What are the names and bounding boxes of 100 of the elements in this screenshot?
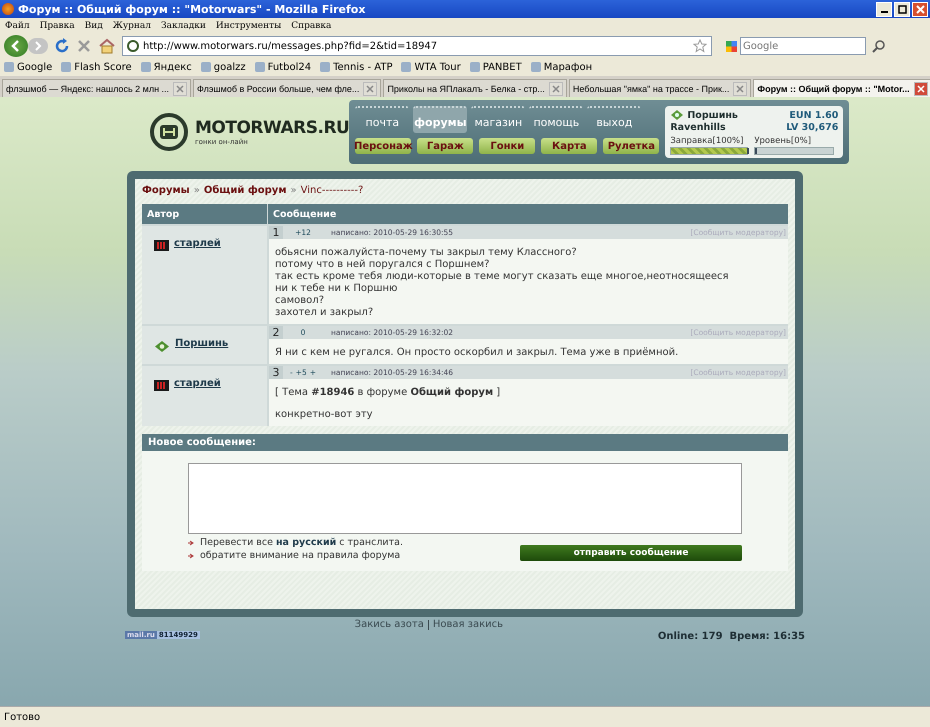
bookmark-link[interactable]: Google (4, 62, 52, 72)
reload-icon[interactable] (54, 38, 70, 54)
meter-label: Заправка[100%] (670, 136, 744, 146)
breadcrumb-separator: » (290, 185, 297, 196)
post-text-line: обьясни пожалуйста-почему ты закрыл тему Классного? (275, 247, 578, 259)
section-header: Новое сообщение: (142, 434, 788, 451)
section-button[interactable]: Карта (541, 138, 598, 154)
column-header: Автор (142, 204, 268, 224)
menu-item[interactable]: Закладки (161, 21, 206, 31)
browser-tab[interactable]: Небольшая "ямка" на трассе - Прик... (568, 79, 752, 97)
post-number: 1 (269, 226, 283, 239)
hint-link[interactable]: Перевести все на русский с транслита. (200, 537, 403, 548)
search-icon[interactable] (872, 39, 886, 53)
section-button[interactable]: Рулетка (603, 138, 660, 154)
footer-link[interactable]: Новая закись (432, 619, 504, 630)
home-icon[interactable] (98, 38, 116, 54)
close-icon (916, 4, 924, 14)
author-link[interactable]: старлей (174, 378, 221, 389)
menu-item[interactable]: Справка (291, 21, 332, 31)
bookmark-link[interactable]: Яндекс (140, 62, 192, 72)
message-input[interactable] (188, 463, 742, 534)
site-icon (127, 40, 139, 52)
post-text-line: самовол? (275, 295, 325, 307)
post-text-line: потому что в ней поругался с Поршнем? (275, 259, 490, 271)
bookmark-link[interactable]: Flash Score (61, 62, 132, 72)
browser-tab[interactable]: флэшмоб — Яндекс: нашлось 2 млн ... (2, 79, 192, 97)
logo-icon (149, 112, 189, 152)
section-button[interactable]: Гонки (479, 138, 536, 154)
bullet-arrow-icon (188, 540, 194, 546)
nav-tab[interactable]: магазин (471, 106, 526, 133)
menu-item[interactable]: Вид (84, 21, 103, 31)
close-button[interactable] (912, 2, 928, 16)
menu-item[interactable]: Инструменты (216, 21, 282, 31)
nav-tab[interactable]: помощь (529, 106, 584, 133)
bookmark-link[interactable]: Tennis - ATP (320, 62, 392, 72)
currency-value: 1.60 (814, 110, 838, 120)
browser-tab[interactable]: Флэшмоб в России больше, чем фле... (193, 79, 382, 97)
menu-item[interactable]: Журнал (112, 21, 152, 31)
breadcrumb-separator: » (194, 185, 200, 196)
emblem-icon (154, 340, 170, 353)
site-logo-text: MOTORWARS.RU (195, 118, 350, 138)
bookmark-link[interactable]: Марафон (530, 62, 592, 72)
minimize-icon (880, 10, 888, 12)
menu-item[interactable]: Правка (40, 21, 75, 31)
browser-icon (2, 3, 14, 15)
user-name[interactable]: Поршинь (687, 110, 738, 120)
maximize-button[interactable] (894, 2, 910, 16)
post-text-line: ни к тебе ни к Поршню (275, 283, 398, 295)
author-link[interactable]: Поршинь (175, 338, 228, 349)
section-button[interactable]: Персонаж (355, 138, 412, 154)
maximize-icon (898, 4, 906, 14)
bookmark-link[interactable]: WTA Tour (401, 62, 461, 72)
minimize-button[interactable] (876, 2, 892, 16)
close-tab-icon[interactable] (914, 82, 928, 96)
submit-button[interactable]: отправить сообщение (520, 545, 742, 561)
meter-label: Уровень[0%] (754, 136, 812, 146)
post-number: 3 (269, 366, 283, 379)
stop-icon[interactable] (76, 38, 92, 54)
search-engine-icon (726, 40, 737, 52)
search-field[interactable]: Google (740, 37, 866, 55)
hint-link[interactable]: обратите внимание на правила форума (200, 550, 400, 561)
menu-item[interactable]: Файл (5, 21, 30, 31)
window-title: Форум :: Общий форум :: "Motorwars" - Mozilla Firefox (18, 2, 366, 16)
post-text-line: так есть кроме тебя люди-которые в теме могут сказать еще многое,неотносящееся (275, 271, 730, 283)
rank-icon (154, 380, 169, 391)
rank-icon (154, 240, 169, 251)
browser-tab[interactable]: Приколы на ЯПлакалъ - Белка - стр... (383, 79, 567, 97)
bullet-arrow-icon (188, 552, 194, 558)
breadcrumb-link[interactable]: Форумы (142, 185, 190, 196)
nav-tab[interactable]: почта (355, 106, 410, 133)
emblem-icon (670, 109, 684, 121)
star-icon[interactable] (693, 39, 707, 53)
currency-label: EUN (789, 110, 812, 120)
post-text-line: захотел и закрыл? (275, 307, 374, 319)
back-button[interactable] (4, 35, 28, 57)
level-value: 30,676 (802, 122, 838, 133)
post-number: 2 (269, 326, 283, 339)
section-button[interactable]: Гараж (417, 138, 474, 154)
breadcrumb-current: Vinc----------? (300, 185, 364, 196)
level-label: LV (786, 122, 798, 133)
close-tab-icon[interactable] (548, 82, 563, 96)
team-name: Ravenhills (670, 122, 726, 133)
topic-reference: [ Тема #18946 в форуме Общий форум ] (275, 387, 502, 399)
footer-link[interactable]: Закись азота (354, 619, 424, 630)
bookmark-link[interactable]: Futbol24 (254, 62, 312, 72)
bookmark-link[interactable]: PANBET (470, 62, 522, 72)
online-status: Online: 179 Время: 16:35 (658, 631, 805, 642)
post-text-line: конкретно-вот эту (275, 409, 374, 421)
bookmark-link[interactable]: goalzz (200, 62, 246, 72)
nav-tab[interactable]: выход (587, 106, 642, 133)
author-link[interactable]: старлей (174, 238, 221, 249)
close-tab-icon[interactable] (733, 82, 748, 96)
status-text: Готово (4, 712, 40, 722)
post-text-line: Я ни с кем не ругался. Он просто оскорбил и закрыл. Тема уже в приёмной. (275, 347, 680, 359)
address-field[interactable]: http://www.motorwars.ru/messages.php?fid=2&tid=18947 (122, 36, 712, 56)
browser-tab[interactable]: Форум :: Общий форум :: "Motor... (753, 79, 930, 97)
column-header: Сообщение (272, 208, 336, 222)
close-tab-icon[interactable] (363, 82, 378, 96)
breadcrumb-link[interactable]: Общий форум (204, 185, 286, 196)
close-tab-icon[interactable] (173, 82, 188, 96)
